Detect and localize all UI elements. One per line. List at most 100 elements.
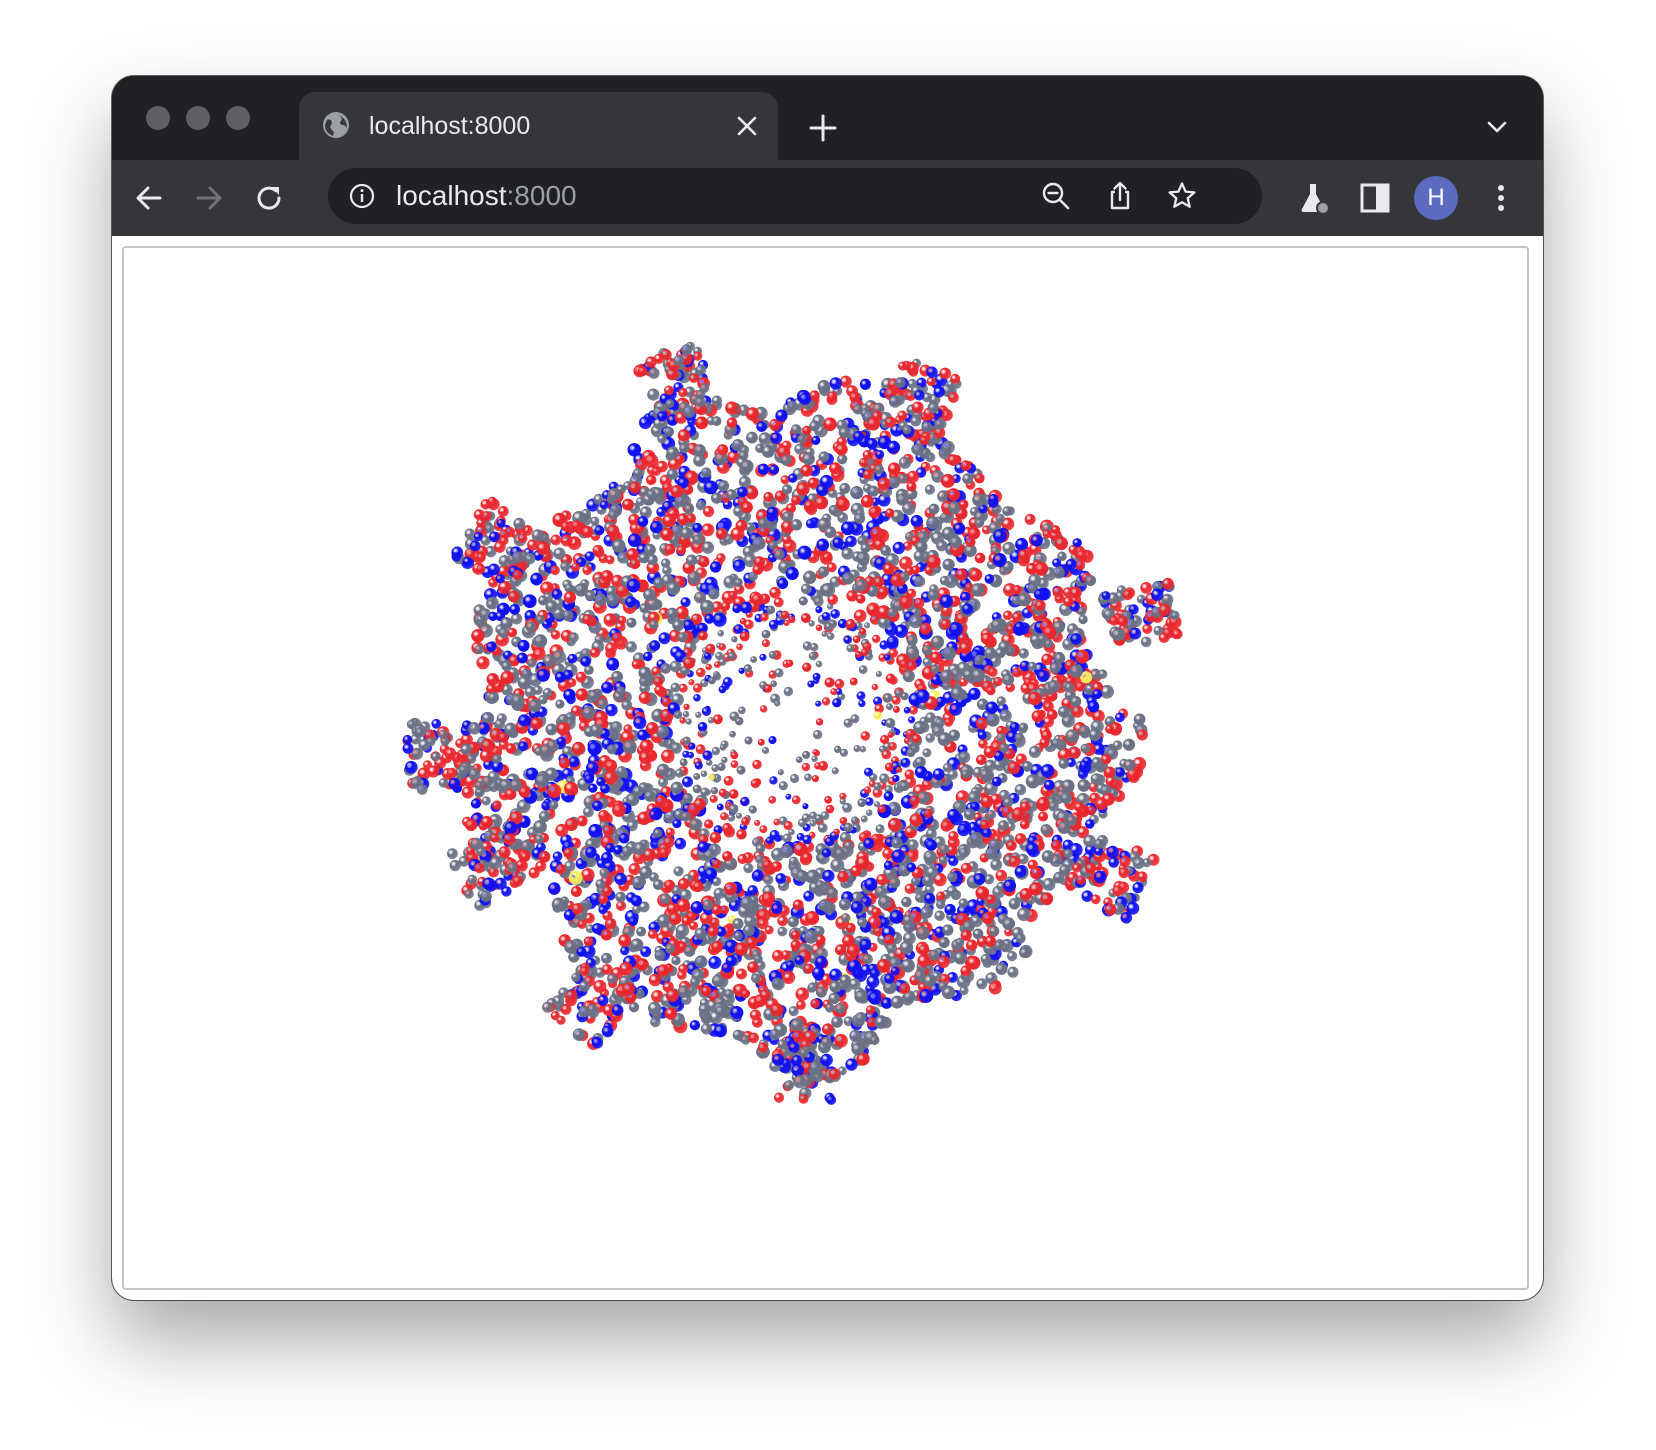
new-tab-button[interactable] — [807, 112, 839, 144]
oxygen-atom — [824, 796, 832, 804]
url-port: :8000 — [506, 180, 577, 211]
nitrogen-atom — [1030, 534, 1043, 547]
oxygen-atom — [481, 738, 495, 753]
carbon-atom — [922, 748, 932, 758]
info-icon[interactable] — [348, 182, 376, 210]
carbon-atom — [574, 583, 588, 597]
oxygen-atom — [923, 808, 933, 819]
profile-avatar[interactable]: H — [1414, 176, 1458, 220]
oxygen-atom — [882, 562, 895, 575]
nitrogen-atom — [866, 438, 878, 450]
nitrogen-atom — [592, 800, 603, 812]
oxygen-atom — [913, 597, 925, 609]
carbon-atom — [671, 955, 681, 966]
oxygen-atom — [560, 521, 571, 532]
carbon-atom — [708, 588, 720, 600]
arrow-left-icon[interactable] — [130, 179, 168, 217]
oxygen-atom — [1142, 623, 1153, 634]
reload-icon[interactable] — [250, 179, 288, 217]
arrow-right-icon[interactable] — [190, 179, 228, 217]
oxygen-atom — [754, 819, 761, 827]
molecule-viewer[interactable] — [122, 246, 1529, 1290]
nitrogen-atom — [816, 483, 829, 497]
carbon-atom — [1007, 951, 1018, 962]
nitrogen-atom — [785, 793, 792, 800]
nitrogen-atom — [883, 791, 894, 802]
zoom-window-button[interactable] — [226, 106, 250, 130]
nitrogen-atom — [859, 938, 872, 951]
oxygen-atom — [701, 985, 712, 997]
nitrogen-atom — [812, 672, 821, 681]
carbon-atom — [782, 833, 792, 843]
oxygen-atom — [712, 859, 722, 869]
nitrogen-atom — [584, 774, 595, 784]
nitrogen-atom — [768, 619, 779, 630]
oxygen-atom — [1052, 586, 1064, 598]
nitrogen-atom — [683, 619, 694, 631]
oxygen-atom — [536, 541, 551, 556]
zoom-out-icon[interactable] — [1040, 180, 1072, 212]
minimize-window-button[interactable] — [186, 106, 210, 130]
nitrogen-atom — [518, 714, 531, 727]
oxygen-atom — [850, 865, 862, 877]
carbon-atom — [1077, 779, 1091, 792]
carbon-atom — [715, 1005, 727, 1017]
page-content — [112, 236, 1543, 1300]
flask-icon[interactable] — [1294, 179, 1332, 217]
oxygen-atom — [788, 616, 796, 624]
kebab-menu-icon[interactable] — [1482, 179, 1520, 217]
chevron-down-icon[interactable] — [1484, 114, 1510, 140]
address-bar[interactable]: localhost:8000 — [328, 168, 1262, 224]
oxygen-atom — [792, 899, 804, 911]
carbon-atom — [800, 583, 812, 595]
nitrogen-atom — [674, 837, 687, 850]
nitrogen-atom — [585, 846, 597, 858]
oxygen-atom — [575, 688, 589, 701]
carbon-atom — [963, 808, 976, 821]
nitrogen-atom — [554, 671, 566, 683]
carbon-atom — [788, 856, 799, 867]
carbon-atom — [481, 775, 494, 787]
nitrogen-atom — [925, 839, 938, 851]
nitrogen-atom — [563, 688, 576, 702]
molecule-render[interactable] — [124, 248, 1527, 1288]
oxygen-atom — [739, 631, 750, 642]
carbon-atom — [564, 583, 574, 593]
side-panel-icon[interactable] — [1356, 179, 1394, 217]
carbon-atom — [780, 845, 793, 858]
oxygen-atom — [834, 678, 845, 689]
carbon-atom — [692, 534, 703, 545]
carbon-atom — [1078, 614, 1088, 625]
oxygen-atom — [940, 619, 951, 630]
nitrogen-atom — [1079, 760, 1089, 770]
nitrogen-atom — [470, 798, 481, 809]
oxygen-atom — [980, 819, 990, 830]
carbon-atom — [771, 977, 783, 989]
oxygen-atom — [628, 863, 641, 876]
nitrogen-atom — [680, 597, 691, 608]
carbon-atom — [588, 689, 600, 702]
nitrogen-atom — [991, 776, 1002, 787]
nitrogen-atom — [541, 801, 551, 811]
oxygen-atom — [1136, 729, 1148, 741]
oxygen-atom — [745, 936, 758, 949]
browser-tab[interactable]: localhost:8000 — [299, 92, 778, 160]
oxygen-atom — [1041, 653, 1053, 666]
oxygen-atom — [664, 543, 676, 555]
oxygen-atom — [974, 552, 986, 564]
close-window-button[interactable] — [146, 106, 170, 130]
carbon-atom — [731, 439, 745, 452]
oxygen-atom — [722, 823, 733, 834]
oxygen-atom — [807, 477, 819, 489]
carbon-atom — [1027, 661, 1037, 671]
oxygen-atom — [660, 527, 674, 541]
carbon-atom — [812, 729, 823, 740]
oxygen-atom — [849, 391, 861, 403]
close-icon[interactable] — [735, 114, 759, 138]
star-icon[interactable] — [1166, 180, 1198, 212]
oxygen-atom — [618, 934, 631, 947]
nitrogen-atom — [551, 588, 563, 600]
oxygen-atom — [763, 492, 774, 502]
share-icon[interactable] — [1104, 180, 1136, 212]
url-text[interactable]: localhost:8000 — [396, 178, 577, 214]
